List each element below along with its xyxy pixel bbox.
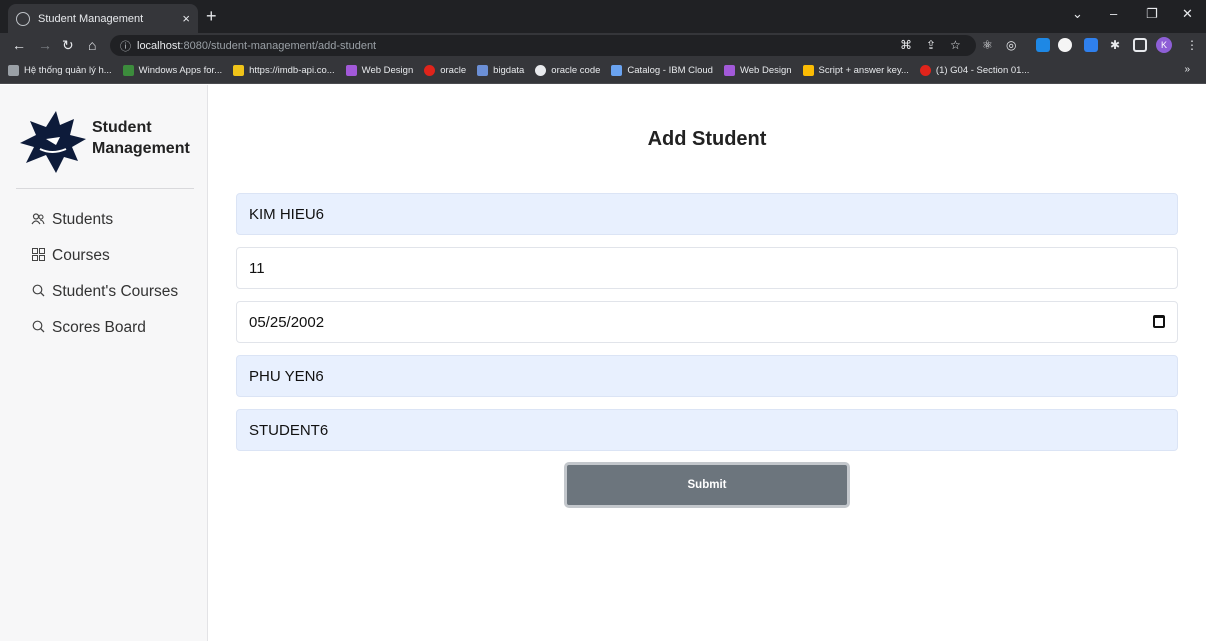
address-field[interactable]: PHU YEN6 [236,355,1178,397]
sidebar-item-courses[interactable]: Courses [30,247,110,265]
bookmark-favicon-icon [611,65,623,76]
bookmark-item[interactable]: (1) G04 - Section 01... [919,65,1029,76]
tab-close-icon[interactable]: × [182,11,190,26]
search-icon [30,320,46,336]
restore-icon[interactable]: ❐ [1146,6,1158,22]
window-close-icon[interactable]: ✕ [1182,6,1193,22]
bookmark-item[interactable]: bigdata [477,65,524,76]
tab-search-chevron-icon[interactable]: ⌄ [1072,6,1083,22]
bookmark-item[interactable]: oracle [424,65,466,76]
browser-tab-strip: Student Management × + ⌄ – ❐ ✕ [0,0,1206,33]
browser-toolbar: ← → ↻ ⌂ ⓘ localhost :8080/student-manage… [0,33,1206,58]
site-info-icon[interactable]: ⓘ [120,38,131,54]
bookmark-favicon-icon [477,65,489,76]
submit-button[interactable]: Submit [564,462,850,508]
sidebar-divider [16,188,194,189]
bookmark-item[interactable]: https://imdb-api.co... [233,65,335,76]
bookmark-item[interactable]: Windows Apps for... [122,65,222,76]
url-host: localhost [137,39,181,52]
extensions-puzzle-icon[interactable]: ✱ [1110,37,1120,53]
bookmark-item[interactable]: Catalog - IBM Cloud [611,65,713,76]
bookmark-favicon-icon [233,65,245,76]
bookmark-item[interactable]: Hệ thống quản lý h... [8,65,112,76]
sidebar: Student Management Students Courses Stud… [0,85,208,641]
wolf-logo-icon [20,111,86,173]
grid-icon [30,248,46,264]
extension-compass-icon[interactable] [1058,38,1072,52]
bookmark-favicon-icon [345,65,357,76]
github-icon [535,65,547,76]
main-content: Add Student KIM HIEU6 11 05/25/2002 PHU … [208,85,1206,641]
extension-circle-icon[interactable]: ◎ [1006,37,1016,53]
tab-title: Student Management [38,12,144,25]
back-icon[interactable]: ← [12,36,26,54]
page-title: Add Student [647,128,767,150]
name-field[interactable]: KIM HIEU6 [236,193,1178,235]
brand-name: Student Management [92,119,190,157]
users-icon [30,212,46,228]
globe-icon [16,11,30,26]
browser-tab[interactable]: Student Management × [8,4,198,33]
forward-icon[interactable]: → [38,36,52,54]
age-field[interactable]: 11 [236,247,1178,289]
bookmark-item[interactable]: Web Design [723,65,792,76]
bookmark-favicon-icon [424,65,436,76]
profile-avatar[interactable]: K [1156,37,1172,53]
youtube-icon [919,65,931,76]
bookmark-favicon-icon [122,65,134,76]
bookmark-favicon-icon [8,65,19,76]
menu-kebab-icon[interactable]: ⋮ [1186,37,1198,53]
type-field[interactable]: STUDENT6 [236,409,1178,451]
bookmark-item[interactable]: Web Design [345,65,413,76]
sidebar-item-scores-board[interactable]: Scores Board [30,319,146,337]
minimize-icon[interactable]: – [1110,6,1117,21]
calendar-icon[interactable] [1153,315,1165,328]
new-tab-button[interactable]: + [206,5,217,27]
side-panel-icon[interactable] [1133,38,1147,52]
bookmark-item[interactable]: oracle code [535,65,600,76]
extension-color-icon[interactable] [1036,38,1050,52]
address-bar[interactable]: ⓘ localhost :8080/student-management/add… [110,35,976,56]
share-icon[interactable]: ⇪ [926,37,936,53]
extension-badge-icon[interactable] [1084,38,1098,52]
bookmark-star-icon[interactable]: ☆ [950,37,961,53]
reload-icon[interactable]: ↻ [62,36,74,54]
app: Student Management Students Courses Stud… [0,85,1206,641]
google-drive-icon [802,65,814,76]
birthday-date-field[interactable]: 05/25/2002 [236,301,1178,343]
home-icon[interactable]: ⌂ [88,36,96,54]
translate-icon[interactable]: ⌘ [900,37,912,53]
bookmarks-overflow-icon[interactable]: » [1184,64,1190,75]
extension-react-icon[interactable]: ⚛ [982,37,993,53]
url-path: :8080/student-management/add-student [180,39,377,52]
bookmarks-bar: Hệ thống quản lý h... Windows Apps for..… [0,58,1206,84]
search-icon [30,284,46,300]
bookmark-favicon-icon [723,65,735,76]
sidebar-item-students-courses[interactable]: Student's Courses [30,283,178,301]
sidebar-item-students[interactable]: Students [30,211,113,229]
bookmark-item[interactable]: Script + answer key... [802,65,909,76]
